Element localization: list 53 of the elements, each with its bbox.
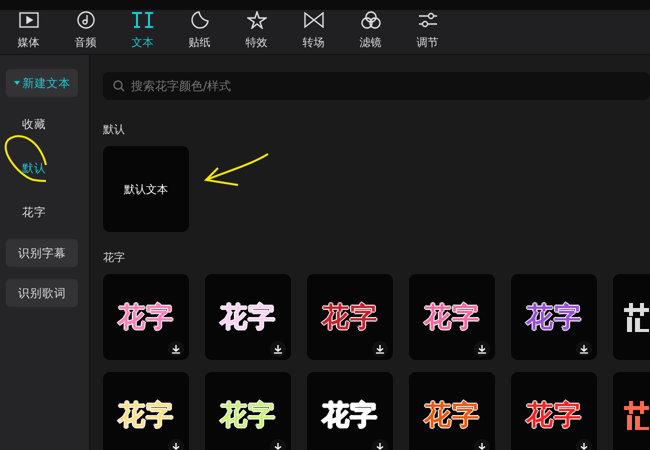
text-style-tile[interactable]: 花字 <box>511 372 597 450</box>
text-style-tile[interactable]: 花字 <box>205 274 291 360</box>
annotation-loop-drawing <box>4 135 47 182</box>
sidebar-item[interactable]: 花字 <box>0 195 46 229</box>
sidebar-button[interactable]: 新建文本 <box>6 69 78 97</box>
styled-text-sample: 花字 <box>526 399 582 433</box>
toolbar-tab[interactable]: 音频 <box>57 10 114 54</box>
styled-text-sample: 花字 <box>322 399 378 433</box>
styled-text-sample: 花字 <box>424 301 480 335</box>
play-frame-icon <box>18 12 38 28</box>
styled-text-sample: 花字 <box>118 301 174 335</box>
toolbar-tab[interactable]: 媒体 <box>0 10 57 54</box>
styled-text-sample: 花字 <box>220 301 276 335</box>
download-icon[interactable] <box>270 341 286 357</box>
download-icon[interactable] <box>474 341 490 357</box>
section-heading: 花字 <box>103 250 126 265</box>
styled-text-sample: 花字 <box>424 399 480 433</box>
text-style-tile[interactable]: 花字 <box>205 372 291 450</box>
tile-label: 默认文本 <box>124 182 168 196</box>
toolbar-tab[interactable]: 调节 <box>399 10 456 54</box>
music-note-circle-icon <box>76 11 94 29</box>
text-icon <box>130 11 154 29</box>
sidebar-button[interactable]: 识别歌词 <box>6 279 78 307</box>
text-style-tile[interactable]: 花字 <box>103 274 189 360</box>
toolbar-tab[interactable]: 转场 <box>285 10 342 54</box>
sidebar-item[interactable]: 默认 <box>0 151 46 185</box>
toolbar-tab[interactable]: 文本 <box>114 10 171 54</box>
toolbar-tab[interactable]: 贴纸 <box>171 10 228 54</box>
styled-text-sample: 花字 <box>118 399 174 433</box>
toolbar-tab[interactable]: 滤镜 <box>342 10 399 54</box>
annotation-arrow-drawing <box>205 153 269 186</box>
bowtie-icon <box>304 12 324 28</box>
search-field[interactable]: 搜索花字颜色/样式 <box>103 72 650 100</box>
text-style-tile[interactable]: 默认文本 <box>103 146 189 232</box>
text-style-tile[interactable]: 花字 <box>307 274 393 360</box>
download-icon[interactable] <box>576 341 592 357</box>
text-style-tile[interactable]: 花字 <box>409 372 495 450</box>
text-style-tile[interactable]: 花字 <box>307 372 393 450</box>
text-style-tile[interactable]: 花字 <box>511 274 597 360</box>
download-icon[interactable] <box>372 341 388 357</box>
text-style-tile[interactable]: 花字 <box>103 372 189 450</box>
text-style-tile[interactable]: 花字 <box>409 274 495 360</box>
styled-text-sample: 花字 <box>220 399 276 433</box>
styled-text-sample: 花字 <box>322 301 378 335</box>
toolbar-tab[interactable]: 特效 <box>228 10 285 54</box>
download-icon[interactable] <box>168 341 184 357</box>
styled-text-sample: 花字 <box>526 301 582 335</box>
sticker-icon <box>190 11 208 29</box>
three-circles-icon <box>360 11 380 29</box>
section-heading: 默认 <box>103 122 126 137</box>
sidebar-button[interactable]: 识别字幕 <box>6 239 78 267</box>
sparkle-star-icon <box>246 11 266 29</box>
sidebar-item[interactable]: 收藏 <box>0 107 46 141</box>
